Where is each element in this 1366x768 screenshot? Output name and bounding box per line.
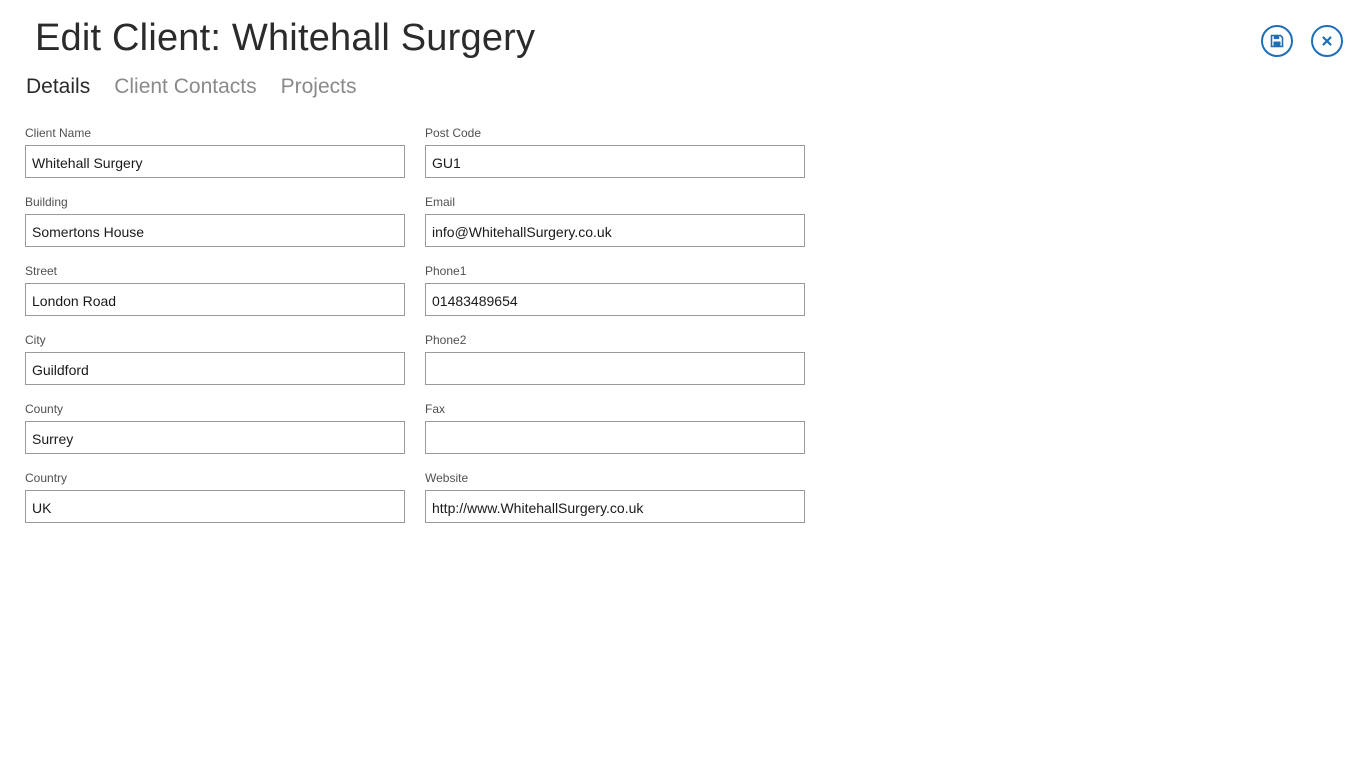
fax-label: Fax: [425, 402, 446, 416]
post-code-field: Post Code: [425, 125, 805, 194]
tab-client-contacts[interactable]: Client Contacts: [114, 75, 256, 99]
post-code-input[interactable]: [425, 145, 805, 178]
county-label: County: [25, 402, 64, 416]
email-label: Email: [425, 195, 456, 209]
client-name-input[interactable]: [25, 145, 405, 178]
client-details-form: Client Name Post Code Building Email Str…: [25, 125, 805, 539]
building-input[interactable]: [25, 214, 405, 247]
street-input[interactable]: [25, 283, 405, 316]
client-name-label: Client Name: [25, 126, 92, 140]
phone1-label: Phone1: [425, 264, 467, 278]
fax-input[interactable]: [425, 421, 805, 454]
country-input[interactable]: [25, 490, 405, 523]
save-button[interactable]: [1261, 25, 1293, 57]
phone2-label: Phone2: [425, 333, 467, 347]
city-field: City: [25, 332, 405, 401]
county-input[interactable]: [25, 421, 405, 454]
country-label: Country: [25, 471, 68, 485]
country-field: Country: [25, 470, 405, 539]
phone1-input[interactable]: [425, 283, 805, 316]
phone1-field: Phone1: [425, 263, 805, 332]
tab-details[interactable]: Details: [26, 75, 90, 99]
building-field: Building: [25, 194, 405, 263]
street-field: Street: [25, 263, 405, 332]
phone2-input[interactable]: [425, 352, 805, 385]
page-title: Edit Client: Whitehall Surgery: [35, 17, 536, 59]
street-label: Street: [25, 264, 58, 278]
city-label: City: [25, 333, 46, 347]
email-input[interactable]: [425, 214, 805, 247]
tab-projects[interactable]: Projects: [281, 75, 357, 99]
fax-field: Fax: [425, 401, 805, 470]
post-code-label: Post Code: [425, 126, 482, 140]
website-label: Website: [425, 471, 469, 485]
building-label: Building: [25, 195, 68, 209]
close-icon: [1322, 36, 1332, 46]
county-field: County: [25, 401, 405, 470]
city-input[interactable]: [25, 352, 405, 385]
client-name-field: Client Name: [25, 125, 405, 194]
tab-bar: Details Client Contacts Projects: [26, 75, 356, 99]
email-field: Email: [425, 194, 805, 263]
close-button[interactable]: [1311, 25, 1343, 57]
phone2-field: Phone2: [425, 332, 805, 401]
save-icon: [1270, 34, 1284, 48]
website-input[interactable]: [425, 490, 805, 523]
website-field: Website: [425, 470, 805, 539]
